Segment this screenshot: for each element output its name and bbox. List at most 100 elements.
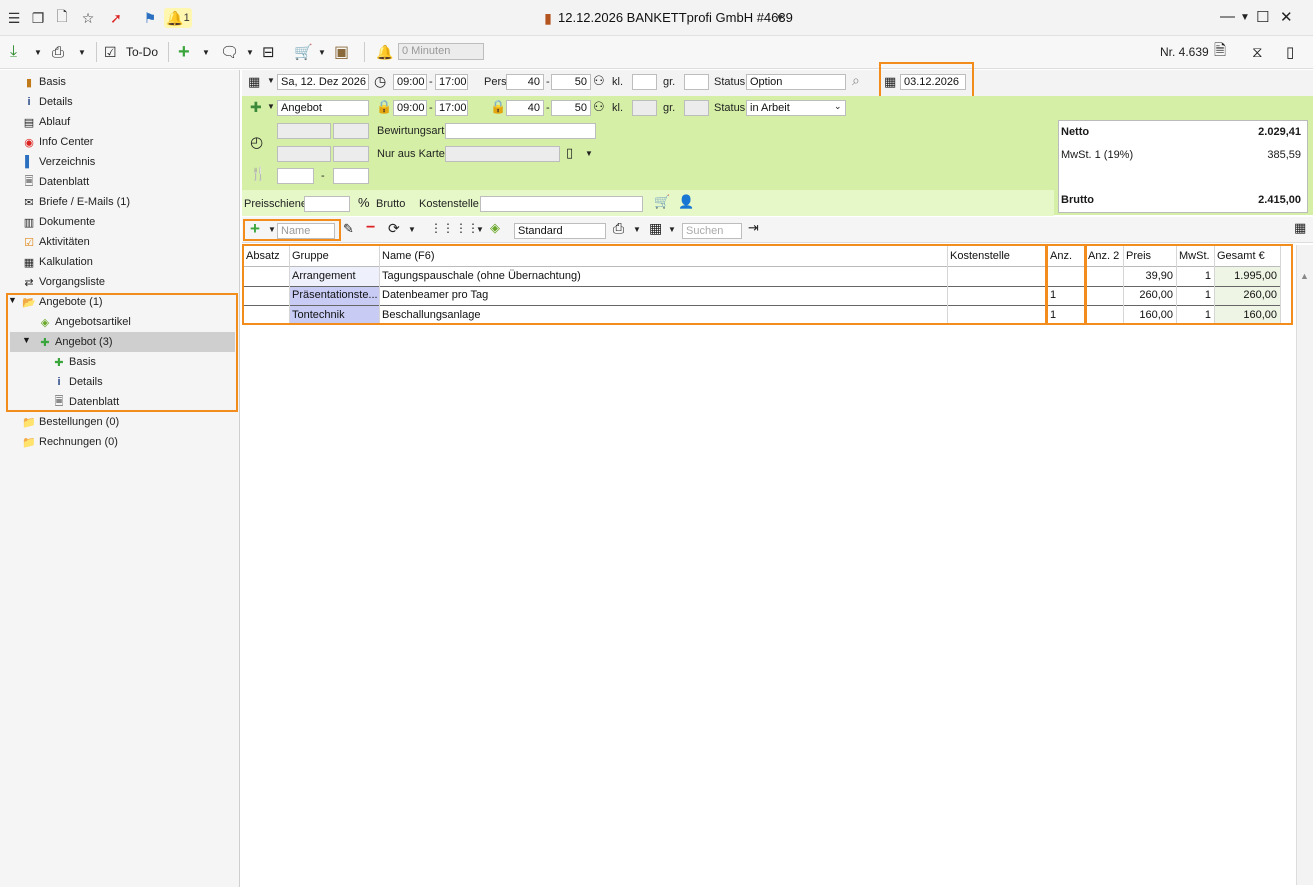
settings-clock-icon[interactable]: ◴ <box>250 133 263 151</box>
sidebar-item-bestellungen[interactable]: 📁 Bestellungen (0) <box>22 412 119 432</box>
name-input[interactable]: Name <box>277 223 335 239</box>
todo-icon[interactable]: ☑ <box>104 40 117 64</box>
sidebar-item-info-center[interactable]: ◉ Info Center <box>22 132 93 152</box>
bookmark-icon[interactable]: ⚑ <box>140 8 160 28</box>
header-preis[interactable]: Preis <box>1123 247 1176 266</box>
sidebar-item-aktivitaeten[interactable]: ☑ Aktivitäten <box>22 232 90 252</box>
kl-field[interactable] <box>632 74 657 90</box>
sidebar-item-angebot-details[interactable]: i Details <box>52 372 102 392</box>
tag-icon[interactable]: ◈ <box>490 220 500 236</box>
refresh-icon[interactable]: ⟳ <box>388 220 400 237</box>
offer-kl-field[interactable] <box>632 100 657 116</box>
menu-card-dropdown-icon[interactable]: ▼ <box>585 149 593 158</box>
nur-aus-karte-field[interactable] <box>445 146 560 162</box>
comment-dropdown-icon[interactable]: ▼ <box>246 40 254 64</box>
search-icon[interactable]: ⌕ <box>852 72 860 89</box>
event-time-to[interactable]: 17:00 <box>435 74 468 90</box>
sidebar-item-angebotsartikel[interactable]: ◈ Angebotsartikel <box>38 312 131 332</box>
offer-pers-to[interactable]: 50 <box>551 100 591 116</box>
notification-bell-icon[interactable]: 🔔 1 <box>164 8 192 28</box>
header-name[interactable]: Name (F6) <box>379 247 947 266</box>
lock-icon[interactable]: 🔒 <box>490 99 506 115</box>
offer-type-field[interactable]: Angebot <box>277 100 369 116</box>
offer-gr-field[interactable] <box>684 100 709 116</box>
remove-icon[interactable]: − <box>366 219 375 237</box>
print-dropdown-icon[interactable]: ▼ <box>78 40 86 64</box>
offer-status-select[interactable]: in Arbeit <box>746 100 846 116</box>
offer-field-b1[interactable] <box>277 146 331 162</box>
minutes-field[interactable]: 0 Minuten <box>398 43 484 60</box>
add-item-icon[interactable]: + <box>250 219 260 239</box>
package-icon[interactable]: ▣ <box>334 40 349 64</box>
header-anz[interactable]: Anz. <box>1047 247 1085 266</box>
offer-dropdown-icon[interactable]: ▼ <box>267 102 275 111</box>
chevron-down-icon[interactable]: ▼ <box>22 335 31 345</box>
kostenstelle-field[interactable] <box>480 196 643 212</box>
print-icon[interactable]: ⎙ <box>613 220 624 237</box>
sidebar-item-kalkulation[interactable]: ▦ Kalkulation <box>22 252 93 272</box>
bell-icon[interactable]: 🔔 <box>376 40 393 64</box>
sidebar-item-datenblatt[interactable]: 🗏 Datenblatt <box>22 172 90 192</box>
calculator-icon[interactable]: ▦ <box>1294 220 1306 236</box>
menu-card-icon[interactable]: ▯ <box>566 145 573 161</box>
sidebar-item-vorgangsliste[interactable]: ⇄ Vorgangsliste <box>22 272 105 292</box>
table-dropdown-icon[interactable]: ▼ <box>668 225 676 234</box>
option-date-field[interactable]: 03.12.2026 <box>900 74 966 90</box>
favorites-icon[interactable]: ☆ <box>78 8 98 28</box>
dining-to-field[interactable] <box>333 168 369 184</box>
side-panel-icon[interactable]: ▯ <box>1286 40 1294 64</box>
event-time-from[interactable]: 09:00 <box>393 74 427 90</box>
offer-field-a2[interactable] <box>333 123 369 139</box>
split-dropdown-icon[interactable]: ▼ <box>476 225 484 234</box>
gr-field[interactable] <box>684 74 709 90</box>
event-date-field[interactable]: Sa, 12. Dez 2026 <box>277 74 369 90</box>
header-mwst[interactable]: MwSt. <box>1176 247 1214 266</box>
print-dropdown-icon[interactable]: ▼ <box>633 225 641 234</box>
title-dropdown-icon[interactable]: ▼ <box>770 8 790 28</box>
sidebar-item-ablauf[interactable]: ▤ Ablauf <box>22 112 70 132</box>
pencil-icon[interactable]: ✎ <box>343 221 354 237</box>
windows-icon[interactable]: ❐ <box>28 8 48 28</box>
offer-time-from[interactable]: 09:00 <box>393 100 427 116</box>
sidebar-item-angebot-datenblatt[interactable]: 🗏 Datenblatt <box>52 392 120 412</box>
sidebar-item-dokumente[interactable]: ▥ Dokumente <box>22 212 95 232</box>
calendar-dropdown-icon[interactable]: ▼ <box>267 76 275 85</box>
layout-select[interactable]: Standard <box>514 223 606 239</box>
menu-icon[interactable]: ☰ <box>4 8 24 28</box>
refresh-dropdown-icon[interactable]: ▼ <box>408 225 416 234</box>
header-gruppe[interactable]: Gruppe <box>289 247 379 266</box>
comment-icon[interactable]: 🗨 <box>220 40 239 64</box>
sidebar-item-verzeichnis[interactable]: ▌ Verzeichnis <box>22 152 95 172</box>
add-dropdown-icon[interactable]: ▼ <box>202 40 210 64</box>
history-icon[interactable]: 🗎 <box>1214 40 1226 64</box>
print-icon[interactable]: ⎙ <box>52 40 64 64</box>
lock-icon[interactable]: 🔒 <box>376 99 392 115</box>
columns-icon[interactable]: ⋮⋮ <box>430 221 454 235</box>
recent-icon[interactable]: 🗋 <box>52 8 72 28</box>
import-dropdown-icon[interactable]: ▼ <box>34 40 42 64</box>
compass-icon[interactable]: ➚ <box>106 8 126 28</box>
chevron-down-icon[interactable]: ⌄ <box>834 101 842 112</box>
option-calendar-icon[interactable]: ▦ <box>884 74 896 90</box>
pers-to-field[interactable]: 50 <box>551 74 591 90</box>
sidebar-item-rechnungen[interactable]: 📁 Rechnungen (0) <box>22 432 118 452</box>
dining-from-field[interactable] <box>277 168 314 184</box>
status-field[interactable]: Option <box>746 74 846 90</box>
maximize-button[interactable]: ☐ <box>1256 8 1269 26</box>
sidebar-item-angebote[interactable]: 📂 Angebote (1) <box>22 292 102 312</box>
offer-pers-from[interactable]: 40 <box>506 100 544 116</box>
bewirtungsart-field[interactable] <box>445 123 596 139</box>
import-icon[interactable]: ⤓ <box>10 40 17 64</box>
offer-time-to[interactable]: 17:00 <box>435 100 468 116</box>
window-dropdown-icon[interactable]: ▼ <box>1240 12 1250 23</box>
user-lock-icon[interactable]: 👤 <box>678 194 694 210</box>
layout-icon[interactable]: ⊟ <box>262 40 275 64</box>
sidebar-item-details[interactable]: i Details <box>22 92 72 112</box>
add-icon[interactable]: + <box>178 40 190 64</box>
sidebar-item-angebot-basis[interactable]: ✚ Basis <box>52 352 96 372</box>
add-item-dropdown-icon[interactable]: ▼ <box>268 225 276 234</box>
sidebar-item-briefe[interactable]: ✉ Briefe / E-Mails (1) <box>22 192 130 212</box>
brutto-toggle[interactable]: Brutto <box>376 198 405 210</box>
pers-from-field[interactable]: 40 <box>506 74 544 90</box>
sidebar-item-angebot[interactable]: ✚ Angebot (3) <box>10 332 235 352</box>
